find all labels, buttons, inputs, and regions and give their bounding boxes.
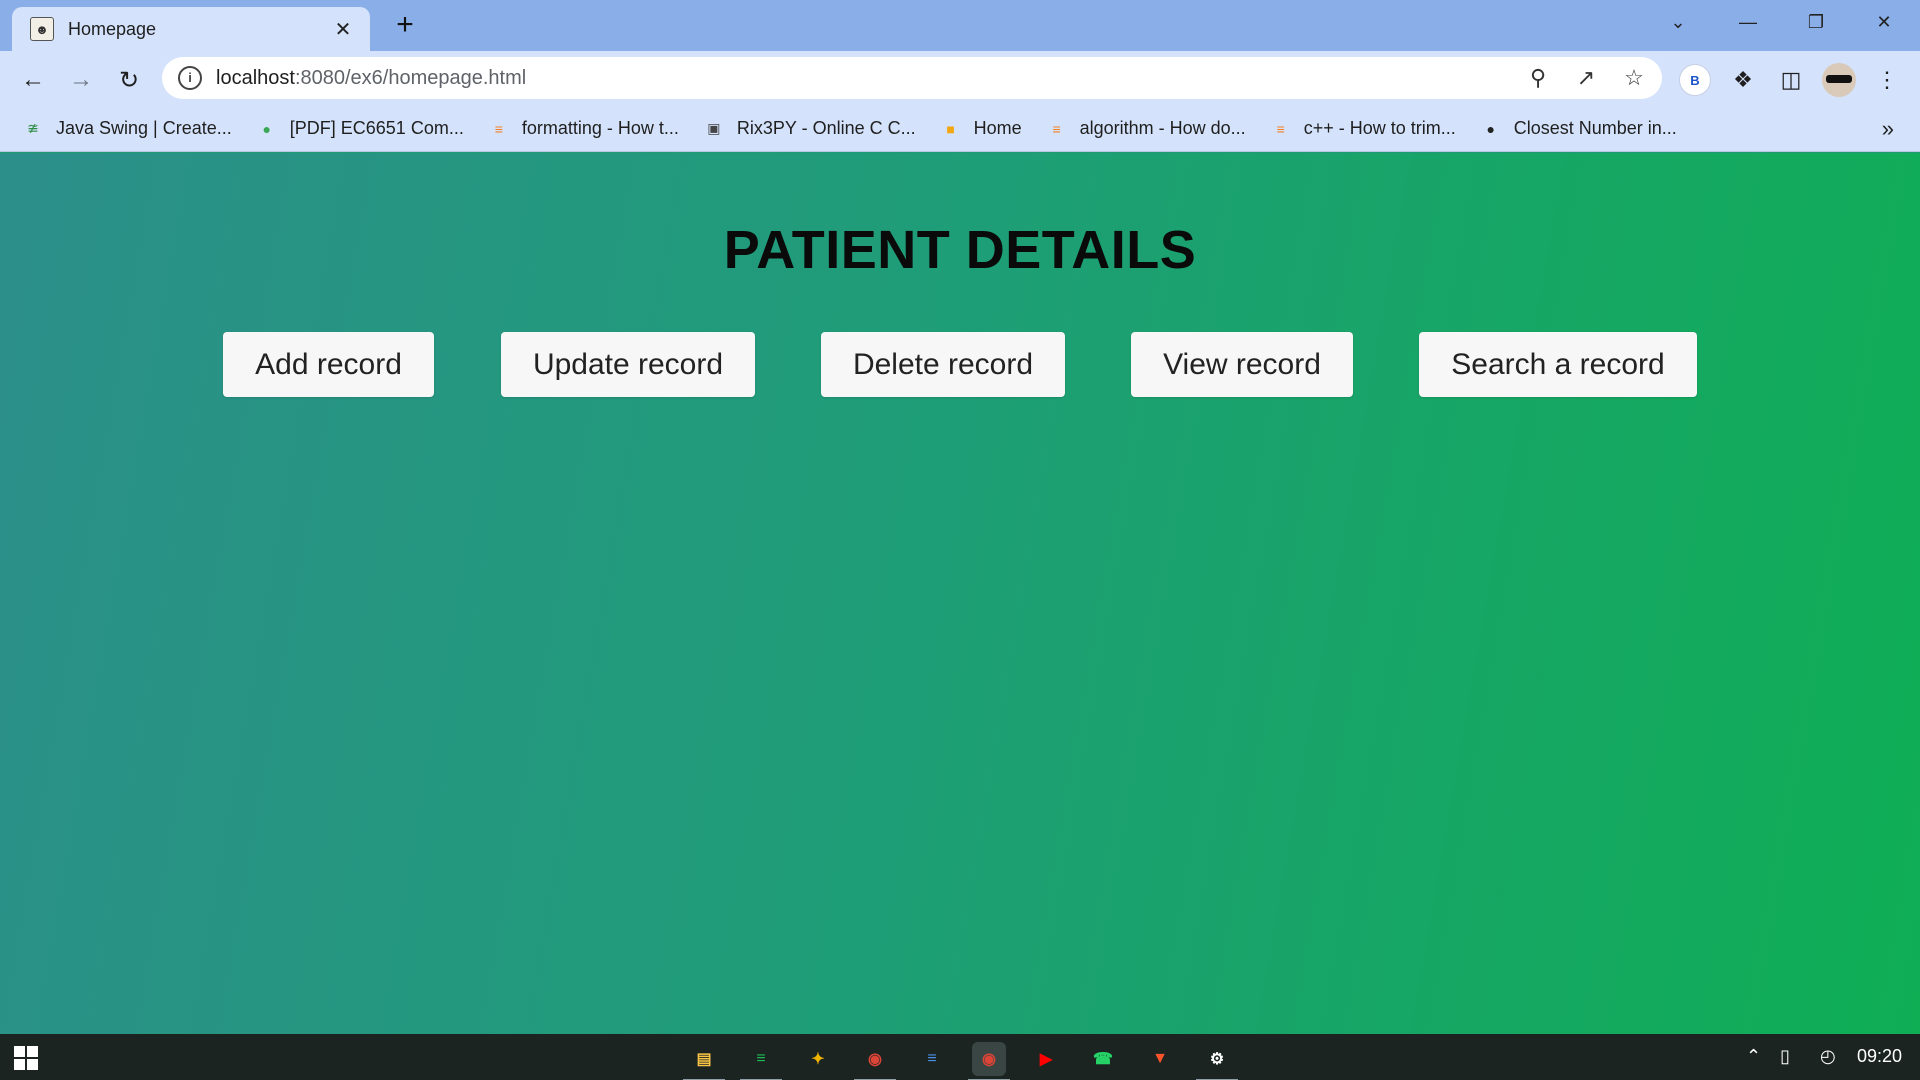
share-icon[interactable]: ↗ [1566,58,1606,98]
url-text[interactable]: localhost:8080/ex6/homepage.html [216,67,1518,90]
windows-start-icon[interactable] [14,1046,38,1070]
tab-title: Homepage [68,18,157,39]
bookmark-label: formatting - How t... [521,118,679,138]
back-button[interactable]: ← [16,63,50,97]
add-record-button[interactable]: Add record [223,332,434,397]
tomcat-icon: ☻ [30,17,54,41]
stackoverflow-icon: ≡ [1052,120,1061,137]
battery-icon[interactable]: ▯ [1780,1046,1790,1067]
bookmark-item[interactable]: ≡ c++ - How to trim... [1270,118,1456,140]
bookmark-item[interactable]: ● Closest Number in... [1480,118,1677,140]
settings-icon[interactable]: ⚙ [1196,1042,1238,1080]
search-record-button[interactable]: Search a record [1419,332,1697,397]
profile-b-button[interactable]: B [1676,61,1714,99]
address-bar[interactable]: i localhost:8080/ex6/homepage.html ⚲ ↗ ☆ [162,57,1662,99]
wifi-icon[interactable]: ◴ [1820,1046,1836,1067]
zoom-icon[interactable]: ⚲ [1518,58,1558,98]
close-tab-icon[interactable]: ✕ [330,16,356,42]
brave-icon[interactable]: ▼ [1143,1042,1177,1076]
ideone-icon: ▣ [707,120,721,136]
tab-search-chevron-icon[interactable]: ⌄ [1656,6,1700,38]
update-record-button[interactable]: Update record [501,332,755,397]
spotify-icon[interactable]: ≡ [740,1042,782,1080]
bookmark-label: algorithm - How do... [1079,118,1246,138]
geeksforgeeks-icon: ≇ [27,120,39,136]
profile-b-icon: B [1679,64,1711,96]
tray-chevron-icon[interactable]: ⌃ [1746,1046,1761,1067]
file-explorer-icon[interactable]: ▤ [683,1042,725,1080]
avatar [1822,63,1856,97]
bookmark-item[interactable]: ■ Home [940,118,1022,140]
globe-color-icon: ● [262,120,271,137]
globe-icon: ● [1486,120,1495,137]
taskbar: ▤ ≡ ✦ ◉ ≡ ◉ ▶ ☎ ▼ ⚙ ⌃ ▯ ◴ 09:20 [0,1034,1920,1080]
bookmark-item[interactable]: ● [PDF] EC6651 Com... [256,118,464,140]
box-icon: ■ [946,120,955,137]
bookmark-label: Java Swing | Create... [56,118,232,138]
profile-avatar-button[interactable] [1820,61,1858,99]
bookmark-label: [PDF] EC6651 Com... [289,118,464,138]
chrome-active-icon[interactable]: ◉ [968,1042,1010,1080]
delete-record-button[interactable]: Delete record [821,332,1065,397]
side-panel-icon[interactable]: ◫ [1772,61,1810,99]
page-content: PATIENT DETAILS Add record Update record… [0,153,1920,1034]
browser-toolbar: ← → ↻ i localhost:8080/ex6/homepage.html… [0,51,1920,106]
bookmark-item[interactable]: ≡ algorithm - How do... [1046,118,1246,140]
bookmarks-bar: ≇ Java Swing | Create... ● [PDF] EC6651 Com… [0,106,1920,152]
whatsapp-icon[interactable]: ☎ [1086,1042,1120,1076]
view-record-button[interactable]: View record [1131,332,1353,397]
pinned-app-icon[interactable]: ✦ [801,1042,835,1076]
stackoverflow-icon: ≡ [494,120,503,137]
kebab-menu-icon[interactable]: ⋮ [1868,61,1906,99]
url-path: :8080/ex6/homepage.html [294,66,527,89]
site-info-icon[interactable]: i [178,66,202,90]
more-bookmarks-button[interactable]: » [1882,116,1894,142]
restore-button[interactable]: ❐ [1794,6,1838,38]
stackoverflow-icon: ≡ [1276,120,1285,137]
tab-strip: ☻ Homepage ✕ + ⌄ — ❐ ✕ [0,0,1920,51]
close-window-button[interactable]: ✕ [1862,6,1906,38]
extensions-puzzle-icon[interactable]: ❖ [1724,61,1762,99]
bookmark-item[interactable]: ≡ formatting - How t... [488,118,679,140]
forward-button[interactable]: → [64,63,98,97]
page-title: PATIENT DETAILS [723,220,1197,280]
bookmark-label: Home [973,118,1022,138]
new-tab-button[interactable]: + [390,10,420,41]
reload-button[interactable]: ↻ [112,63,146,97]
tab-homepage[interactable]: ☻ Homepage ✕ [12,7,370,51]
bookmark-item[interactable]: ≇ Java Swing | Create... [22,118,232,140]
url-host: localhost [216,66,295,89]
minimize-button[interactable]: — [1726,6,1770,38]
taskbar-clock[interactable]: 09:20 [1857,1046,1902,1067]
bookmark-star-icon[interactable]: ☆ [1614,58,1654,98]
bookmark-label: c++ - How to trim... [1303,118,1456,138]
spotify-alt-icon[interactable]: ≡ [915,1042,949,1076]
chrome-icon[interactable]: ◉ [854,1042,896,1080]
youtube-icon[interactable]: ▶ [1029,1042,1063,1076]
bookmark-label: Rix3PY - Online C C... [736,118,916,138]
bookmark-item[interactable]: ▣ Rix3PY - Online C C... [703,118,916,140]
bookmark-label: Closest Number in... [1513,118,1677,138]
